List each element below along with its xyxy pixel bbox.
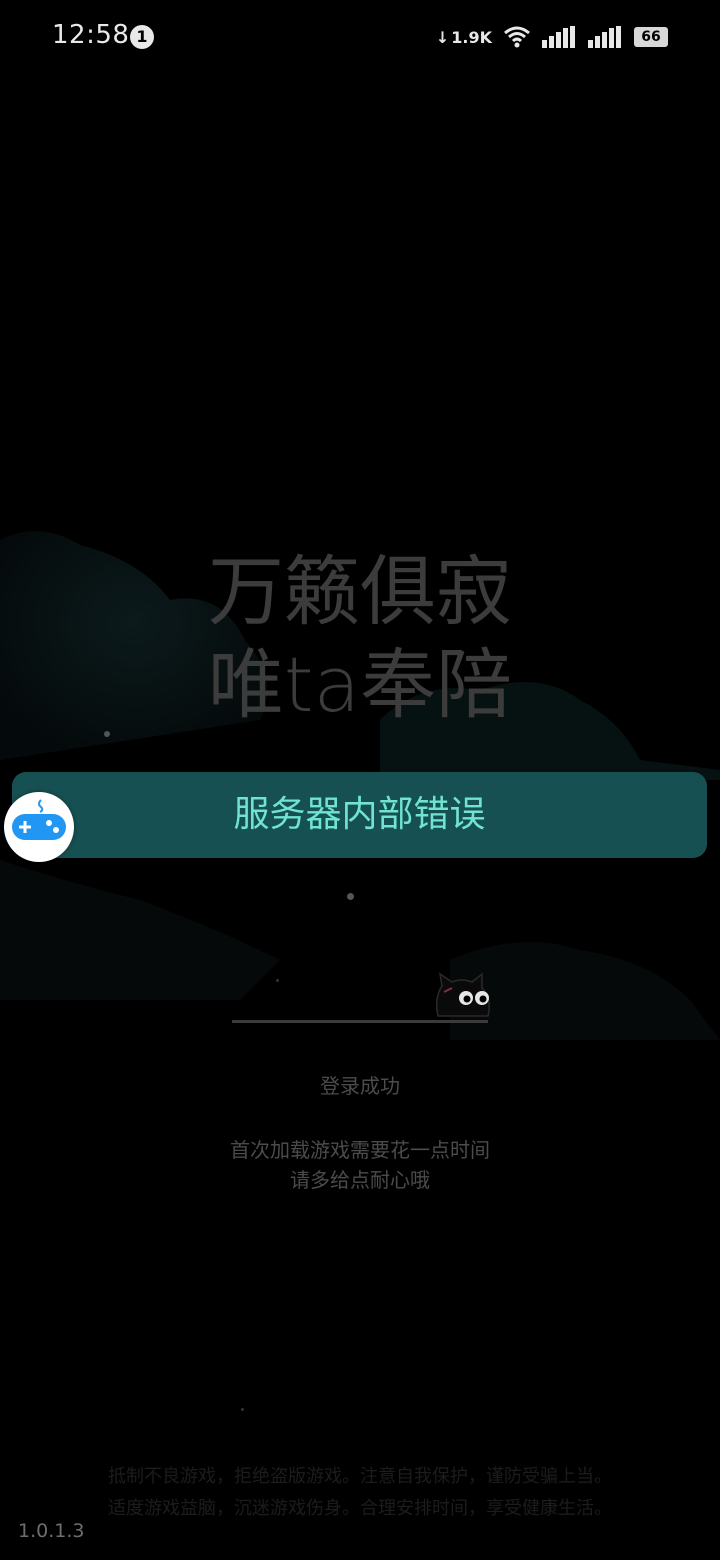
- loading-progress-bar: [232, 1020, 488, 1023]
- floating-game-button[interactable]: [4, 792, 74, 862]
- star-decoration: [241, 1408, 244, 1411]
- network-speed: ↓ 1.9K: [436, 28, 492, 47]
- gamepad-icon: [12, 799, 66, 840]
- health-advisory-line-2: 适度游戏益脑，沉迷游戏伤身。合理安排时间，享受健康生活。: [108, 1498, 612, 1519]
- app-version: 1.0.1.3: [18, 1520, 85, 1542]
- signal-strength-2-icon: [588, 26, 621, 48]
- wifi-icon: [504, 26, 530, 48]
- loading-tip-line-1: 首次加载游戏需要花一点时间: [230, 1138, 490, 1162]
- star-decoration: [276, 979, 279, 982]
- cat-mascot-icon: [435, 972, 490, 1017]
- notification-badge-icon: 1: [130, 25, 154, 49]
- login-status-text: 登录成功: [320, 1074, 400, 1098]
- status-indicators: ↓ 1.9K 66: [436, 22, 668, 52]
- battery-icon: 66: [634, 27, 668, 47]
- slogan-line-2: 唯ta奉陪: [207, 640, 513, 729]
- loading-tip-line-2: 请多给点耐心哦: [290, 1168, 430, 1192]
- star-decoration: [347, 893, 354, 900]
- slogan-line-1: 万籁俱寂: [208, 547, 512, 636]
- network-speed-value: 1.9K: [451, 27, 492, 47]
- health-advisory-line-1: 抵制不良游戏，拒绝盗版游戏。注意自我保护，谨防受骗上当。: [108, 1466, 612, 1487]
- status-bar: 12:58 1 ↓ 1.9K 66: [0, 0, 720, 72]
- cloud-shape-bottom: [0, 860, 280, 1000]
- signal-strength-icon: [542, 26, 575, 48]
- error-toast: 服务器内部错误: [12, 772, 707, 858]
- splash-screen: 12:58 1 ↓ 1.9K 66 万籁俱寂 唯ta奉陪 服务器内部错误 登录成…: [0, 0, 720, 1560]
- download-arrow-icon: ↓: [435, 27, 450, 47]
- error-toast-message: 服务器内部错误: [233, 794, 486, 835]
- status-time: 12:58: [52, 20, 130, 50]
